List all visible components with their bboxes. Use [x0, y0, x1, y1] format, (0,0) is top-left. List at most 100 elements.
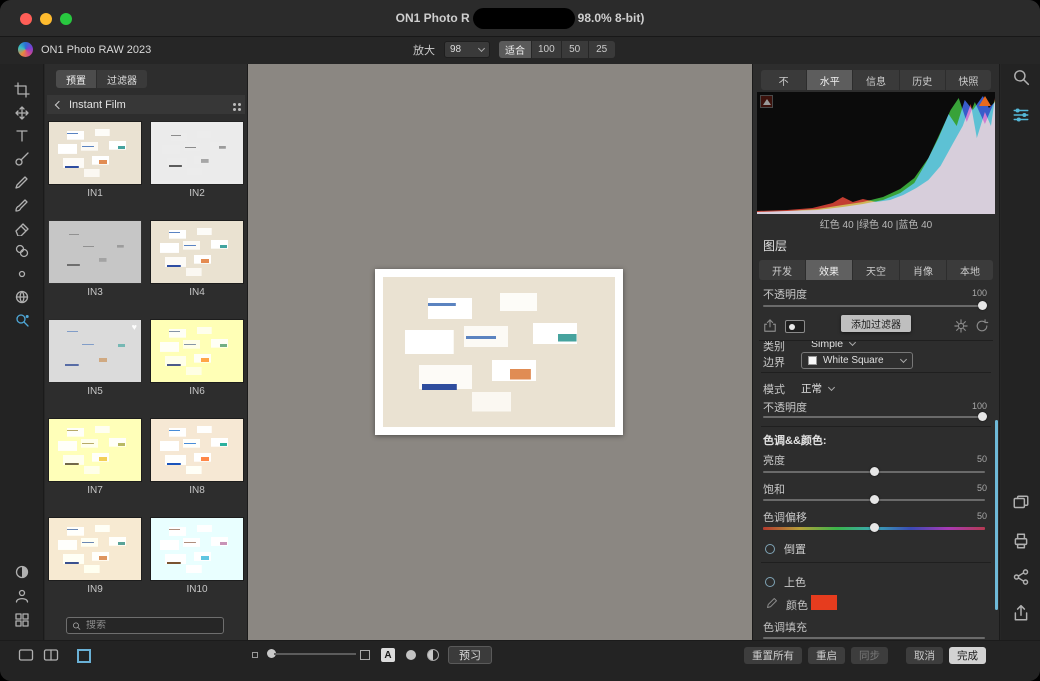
slider-knob[interactable]: [870, 495, 879, 504]
preset-item[interactable]: IN1: [49, 122, 141, 200]
paint-tool-icon[interactable]: [14, 197, 30, 213]
preset-thumbnail[interactable]: [49, 518, 141, 580]
grid-view-icon[interactable]: [233, 103, 236, 106]
preset-item[interactable]: IN7: [49, 419, 141, 497]
cancel-button[interactable]: 取消: [906, 647, 943, 664]
preset-thumbnail[interactable]: [49, 221, 141, 283]
tab-filters[interactable]: 过滤器: [97, 70, 147, 88]
preset-item[interactable]: IN10: [151, 518, 243, 596]
filter-category-select[interactable]: Simple: [811, 341, 855, 350]
saturation-slider[interactable]: [763, 499, 985, 501]
zoom-25-button[interactable]: 25: [589, 41, 615, 58]
share-nodes-icon[interactable]: [1012, 568, 1030, 586]
radio-icon[interactable]: [765, 544, 775, 554]
tab-portrait[interactable]: 肖像: [900, 260, 946, 280]
focus-mask-icon[interactable]: [406, 650, 416, 660]
preset-item[interactable]: IN9: [49, 518, 141, 596]
favorite-heart-icon[interactable]: ♥: [132, 322, 137, 332]
radio-icon[interactable]: [765, 577, 775, 587]
tone-fill-slider[interactable]: [763, 637, 985, 639]
maximize-button[interactable]: [60, 13, 72, 25]
super-select-tool-icon[interactable]: [14, 312, 30, 328]
layer-mask-icon[interactable]: [785, 320, 805, 333]
hue-shift-slider[interactable]: [763, 527, 985, 530]
preset-thumbnail[interactable]: [49, 122, 141, 184]
crop-overlay-icon[interactable]: [360, 650, 370, 660]
restart-button[interactable]: 重启: [808, 647, 845, 664]
invert-option[interactable]: 倒置: [765, 541, 806, 557]
done-button[interactable]: 完成: [949, 647, 986, 664]
grid-tool-icon[interactable]: [14, 612, 30, 628]
tab-history[interactable]: 历史: [900, 70, 945, 90]
eraser-tool-icon[interactable]: [14, 220, 30, 236]
slider-knob[interactable]: [978, 412, 987, 421]
zoom-100-button[interactable]: 100: [532, 41, 561, 58]
sample-tool-icon[interactable]: [14, 266, 30, 282]
preset-search-box[interactable]: [66, 617, 224, 634]
preset-item[interactable]: IN6: [151, 320, 243, 398]
close-button[interactable]: [20, 13, 32, 25]
preset-item[interactable]: IN8: [151, 419, 243, 497]
preset-item[interactable]: IN3: [49, 221, 141, 299]
sync-button[interactable]: 同步: [851, 647, 888, 664]
move-tool-icon[interactable]: [14, 105, 30, 121]
crop-tool-icon[interactable]: [14, 82, 30, 98]
background-color-swatch[interactable]: [77, 649, 91, 663]
preset-thumbnail[interactable]: [151, 419, 243, 481]
add-filter-button[interactable]: 添加过滤器: [841, 315, 911, 332]
tab-presets[interactable]: 预置: [56, 70, 96, 88]
brightness-slider[interactable]: [763, 471, 985, 473]
preset-item[interactable]: IN2: [151, 122, 243, 200]
export-layer-icon[interactable]: [763, 319, 777, 333]
preset-thumbnail[interactable]: [49, 419, 141, 481]
printer-icon[interactable]: [1012, 532, 1030, 550]
reset-icon[interactable]: [975, 319, 989, 333]
minimize-button[interactable]: [40, 13, 52, 25]
preset-thumbnail[interactable]: [151, 320, 243, 382]
tab-levels[interactable]: 水平: [807, 70, 852, 90]
shadow-clipping-icon[interactable]: [760, 95, 773, 108]
mask-view-icon[interactable]: [14, 564, 30, 580]
tab-develop[interactable]: 开发: [759, 260, 805, 280]
portrait-tool-icon[interactable]: [14, 588, 30, 604]
colorize-option[interactable]: 上色: [765, 574, 806, 590]
clone-tool-icon[interactable]: [14, 243, 30, 259]
photo-preview[interactable]: [375, 269, 623, 435]
thumbnail-size-slider-track[interactable]: [274, 653, 356, 655]
tab-effects[interactable]: 效果: [806, 260, 852, 280]
preset-thumbnail[interactable]: [49, 320, 141, 382]
photos-stack-icon[interactable]: [1012, 494, 1030, 512]
browse-search-icon[interactable]: [1012, 68, 1030, 86]
layer-opacity-slider[interactable]: [763, 305, 985, 307]
panel-scrollbar[interactable]: [995, 420, 998, 610]
tab-snapshots[interactable]: 快照: [946, 70, 991, 90]
slider-knob[interactable]: [870, 467, 879, 476]
slider-knob[interactable]: [870, 523, 879, 532]
highlight-clipping-icon[interactable]: [979, 96, 991, 106]
preset-thumbnail[interactable]: [151, 122, 243, 184]
preset-item[interactable]: ♥ IN5: [49, 320, 141, 398]
tab-local[interactable]: 本地: [947, 260, 993, 280]
filter-opacity-slider[interactable]: [763, 416, 985, 418]
healing-tool-icon[interactable]: [14, 151, 30, 167]
tab-none[interactable]: 不: [761, 70, 806, 90]
zoom-50-button[interactable]: 50: [562, 41, 588, 58]
single-view-icon[interactable]: [18, 647, 34, 663]
blend-mode-select[interactable]: 正常: [801, 381, 834, 396]
globe-tool-icon[interactable]: [14, 289, 30, 305]
brush-tool-icon[interactable]: [14, 174, 30, 190]
search-input[interactable]: [86, 620, 218, 631]
eyedropper-pencil-icon[interactable]: [766, 597, 778, 609]
slider-knob[interactable]: [978, 301, 987, 310]
canvas-area[interactable]: [248, 64, 752, 640]
text-tool-icon[interactable]: [14, 128, 30, 144]
thumbnail-size-small-icon[interactable]: [252, 652, 258, 658]
gear-icon[interactable]: [954, 319, 968, 333]
preset-thumbnail[interactable]: [151, 518, 243, 580]
zoom-value-select[interactable]: 98: [444, 41, 490, 58]
compare-view-icon[interactable]: [43, 647, 59, 663]
export-icon[interactable]: [1012, 604, 1030, 622]
preset-item[interactable]: IN4: [151, 221, 243, 299]
preset-category-header[interactable]: Instant Film: [47, 95, 245, 114]
back-chevron-icon[interactable]: [55, 100, 63, 108]
